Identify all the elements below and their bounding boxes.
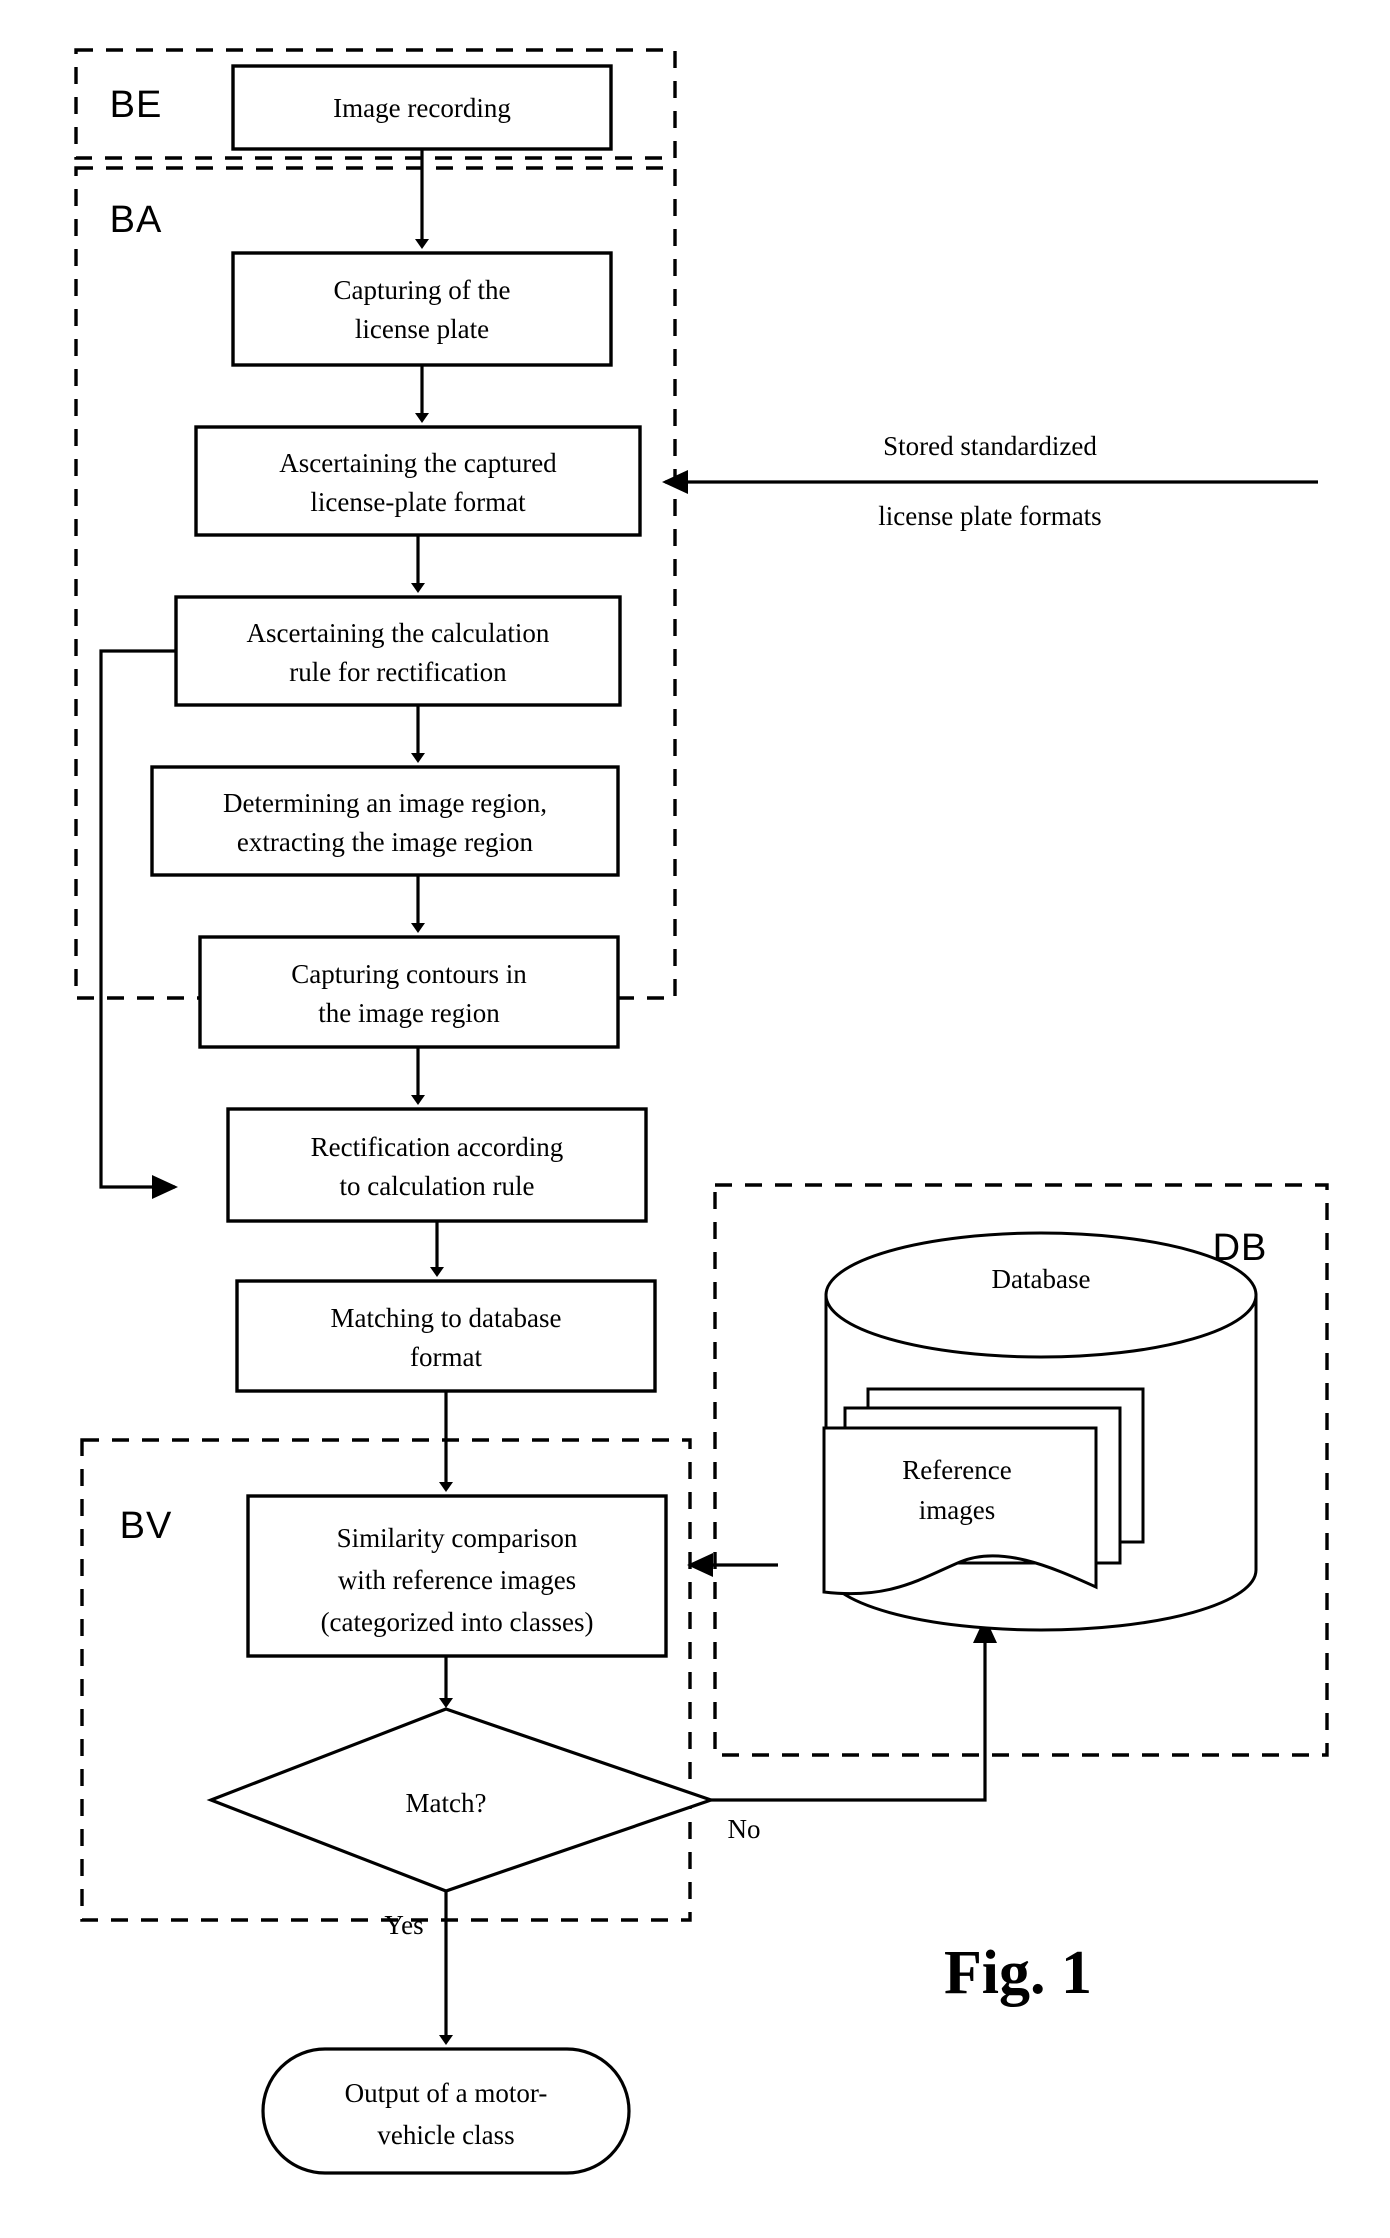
group-label-BV: BV <box>120 1505 173 1547</box>
node-image-recording-label: Image recording <box>333 93 511 123</box>
node-output-label-1: Output of a motor- <box>345 2078 548 2108</box>
node-reference-images-label-1: Reference <box>902 1455 1011 1485</box>
edge-rule-feedback-to-rectification <box>99 649 178 1199</box>
node-database-label: Database <box>992 1264 1091 1294</box>
node-determine-region[interactable] <box>150 765 620 877</box>
node-ascertain-rule[interactable] <box>174 595 622 707</box>
node-ascertain-rule-label-1: Ascertaining the calculation <box>247 618 550 648</box>
node-ascertain-rule-label-2: rule for rectification <box>289 657 507 687</box>
node-output[interactable] <box>261 2047 631 2175</box>
node-capturing-plate-label-1: Capturing of the <box>334 275 511 305</box>
node-ascertain-format-label-2: license-plate format <box>310 487 526 517</box>
node-determine-region-label-1: Determining an image region, <box>223 788 547 818</box>
node-matching-db-label-1: Matching to database <box>331 1303 562 1333</box>
node-capture-contours[interactable] <box>198 935 620 1049</box>
node-match-decision-label: Match? <box>406 1788 487 1818</box>
node-capture-contours-label-2: the image region <box>318 998 500 1028</box>
group-label-BA: BA <box>110 199 163 241</box>
node-reference-images-label-2: images <box>919 1495 995 1525</box>
node-database-cylinder-top <box>824 1231 1258 1359</box>
annotation-stored-formats-line-2: license plate formats <box>878 501 1101 531</box>
node-capturing-plate-label-2: license plate <box>355 314 489 344</box>
group-label-BE: BE <box>110 84 163 126</box>
node-similarity-label-3: (categorized into classes) <box>321 1607 594 1637</box>
node-similarity-label-2: with reference images <box>338 1565 576 1595</box>
edge-label-yes: Yes <box>384 1910 423 1940</box>
node-rectification[interactable] <box>226 1107 648 1223</box>
node-determine-region-label-2: extracting the image region <box>237 827 534 857</box>
annotation-stored-formats-line-1: Stored standardized <box>883 431 1097 461</box>
node-capturing-plate[interactable] <box>231 251 613 367</box>
edge-label-no: No <box>728 1814 761 1844</box>
figure-label: Fig. 1 <box>944 1939 1092 2007</box>
node-rectification-label-2: to calculation rule <box>340 1171 535 1201</box>
node-capture-contours-label-1: Capturing contours in <box>291 959 527 989</box>
node-ascertain-format-label-1: Ascertaining the captured <box>279 448 557 478</box>
edge-match-no-to-database <box>711 1617 997 1802</box>
node-similarity-label-1: Similarity comparison <box>337 1523 578 1553</box>
flowchart-diagram: BE BA BV DB Image recording Capturing of… <box>74 48 1329 2175</box>
node-output-label-2: vehicle class <box>377 2120 514 2150</box>
figure-page: BE BA BV DB Image recording Capturing of… <box>0 0 1390 2238</box>
node-matching-db-label-2: format <box>410 1342 482 1372</box>
node-rectification-label-1: Rectification according <box>311 1132 564 1162</box>
node-ascertain-format[interactable] <box>194 425 642 537</box>
node-matching-db[interactable] <box>235 1279 657 1393</box>
